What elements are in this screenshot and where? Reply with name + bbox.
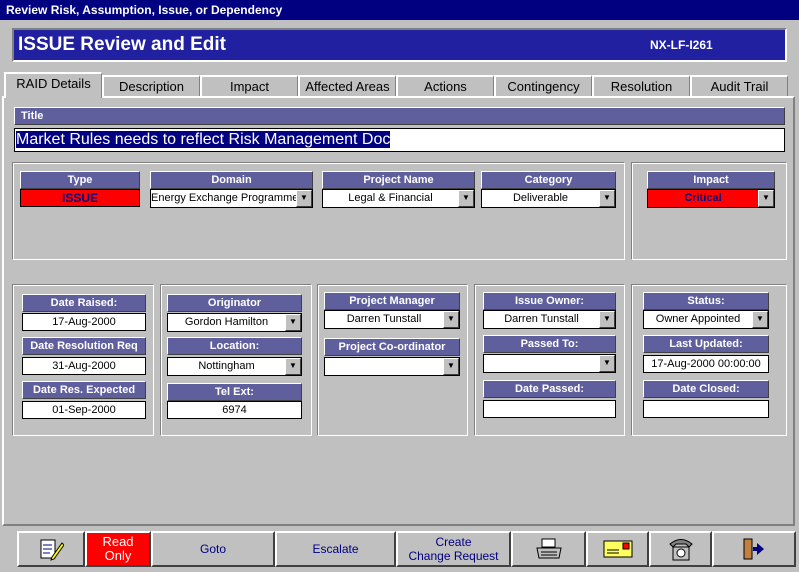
chevron-down-icon[interactable]: ▼ [599, 190, 615, 207]
date-resolution-req-label: Date Resolution Req [22, 337, 146, 355]
tab-impact[interactable]: Impact [200, 75, 298, 97]
create-change-request-button[interactable]: Create Change Request [396, 531, 511, 567]
last-updated-label: Last Updated: [643, 335, 769, 353]
tab-contingency[interactable]: Contingency [494, 75, 592, 97]
date-passed-field[interactable] [483, 400, 616, 418]
date-res-expected-label: Date Res. Expected [22, 381, 146, 399]
project-manager-label: Project Manager [324, 292, 460, 310]
chevron-down-icon[interactable]: ▼ [285, 358, 301, 375]
chevron-down-icon[interactable]: ▼ [443, 311, 459, 328]
tab-description[interactable]: Description [102, 75, 200, 97]
date-closed-label: Date Closed: [643, 380, 769, 398]
email-button[interactable] [586, 531, 649, 567]
type-label: Type [20, 171, 140, 189]
chevron-down-icon[interactable]: ▼ [752, 311, 768, 328]
envelope-icon [603, 540, 632, 558]
impact-select[interactable]: Critical ▼ [647, 189, 775, 208]
date-raised-label: Date Raised: [22, 294, 146, 312]
originator-value: Gordon Hamilton [184, 316, 269, 328]
chevron-down-icon[interactable]: ▼ [296, 190, 312, 207]
telephone-icon [668, 539, 693, 561]
domain-value: Energy Exchange Programme [151, 192, 299, 204]
print-button[interactable] [511, 531, 586, 567]
issue-owner-label: Issue Owner: [483, 292, 616, 310]
passed-to-select[interactable]: ▼ [483, 354, 616, 373]
category-select[interactable]: Deliverable ▼ [481, 189, 616, 208]
impact-label: Impact [647, 171, 775, 189]
location-label: Location: [167, 337, 302, 355]
issue-code: NX-LF-I261 [650, 38, 713, 52]
domain-select[interactable]: Energy Exchange Programme ▼ [150, 189, 313, 208]
project-manager-value: Darren Tunstall [346, 313, 422, 325]
title-value: Market Rules needs to reflect Risk Manag… [16, 131, 391, 148]
goto-button[interactable]: Goto [151, 531, 275, 567]
chevron-down-icon[interactable]: ▼ [599, 355, 615, 372]
location-select[interactable]: Nottingham ▼ [167, 357, 302, 376]
page-header: ISSUE Review and Edit NX-LF-I261 [12, 28, 787, 62]
date-closed-field[interactable] [643, 400, 769, 418]
status-label: Status: [643, 292, 769, 310]
read-only-button[interactable]: Read Only [85, 531, 151, 567]
passed-to-label: Passed To: [483, 335, 616, 353]
type-field[interactable]: ISSUE [20, 189, 140, 207]
edit-form-icon [40, 539, 64, 561]
chevron-down-icon[interactable]: ▼ [285, 314, 301, 331]
phone-button[interactable] [649, 531, 712, 567]
date-passed-label: Date Passed: [483, 380, 616, 398]
page-title: ISSUE Review and Edit [18, 34, 226, 55]
chevron-down-icon[interactable]: ▼ [599, 311, 615, 328]
project-coordinator-select[interactable]: ▼ [324, 357, 460, 376]
last-updated-field[interactable]: 17-Aug-2000 00:00:00 [643, 355, 769, 373]
issue-owner-select[interactable]: Darren Tunstall ▼ [483, 310, 616, 329]
status-select[interactable]: Owner Appointed ▼ [643, 310, 769, 329]
domain-label: Domain [150, 171, 313, 189]
project-name-select[interactable]: Legal & Financial ▼ [322, 189, 475, 208]
tab-raid-details[interactable]: RAID Details [4, 72, 102, 98]
tab-resolution[interactable]: Resolution [592, 75, 690, 97]
printer-icon [535, 538, 562, 559]
tel-ext-label: Tel Ext: [167, 383, 302, 401]
exit-door-icon [743, 538, 764, 560]
title-label: Title [14, 107, 785, 125]
status-value: Owner Appointed [655, 313, 741, 325]
issue-owner-value: Darren Tunstall [504, 313, 579, 325]
chevron-down-icon[interactable]: ▼ [458, 190, 474, 207]
originator-select[interactable]: Gordon Hamilton ▼ [167, 313, 302, 332]
exit-button[interactable] [712, 531, 796, 567]
edit-button[interactable] [17, 531, 85, 567]
chevron-down-icon[interactable]: ▼ [443, 358, 459, 375]
project-name-label: Project Name [322, 171, 475, 189]
category-value: Deliverable [512, 192, 569, 204]
category-label: Category [481, 171, 616, 189]
escalate-button[interactable]: Escalate [275, 531, 396, 567]
tab-affected-areas[interactable]: Affected Areas [298, 75, 396, 97]
date-resolution-req-field[interactable]: 31-Aug-2000 [22, 357, 146, 375]
project-name-value: Legal & Financial [348, 192, 433, 204]
impact-value: Critical [684, 192, 722, 204]
window-title: Review Risk, Assumption, Issue, or Depen… [0, 0, 799, 20]
tab-actions[interactable]: Actions [396, 75, 494, 97]
chevron-down-icon[interactable]: ▼ [758, 190, 774, 207]
project-coordinator-label: Project Co-ordinator [324, 338, 460, 356]
tab-audit-trail[interactable]: Audit Trail [690, 75, 788, 97]
originator-label: Originator [167, 294, 302, 312]
date-res-expected-field[interactable]: 01-Sep-2000 [22, 401, 146, 419]
title-field[interactable]: Market Rules needs to reflect Risk Manag… [14, 128, 785, 152]
location-value: Nottingham [198, 360, 255, 372]
tel-ext-field[interactable]: 6974 [167, 401, 302, 419]
date-raised-field[interactable]: 17-Aug-2000 [22, 313, 146, 331]
project-manager-select[interactable]: Darren Tunstall ▼ [324, 310, 460, 329]
